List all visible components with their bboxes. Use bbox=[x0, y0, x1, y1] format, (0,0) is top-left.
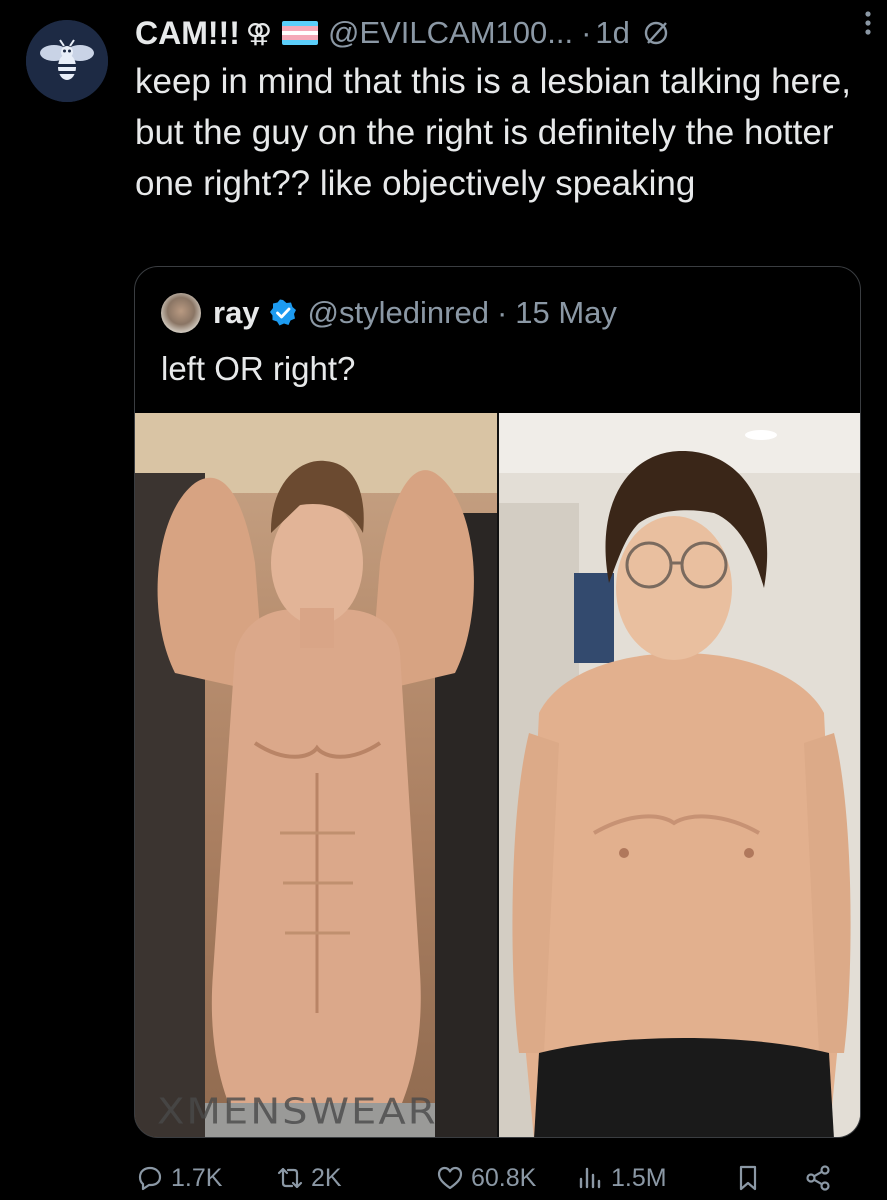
author-avatar[interactable] bbox=[26, 20, 108, 102]
reply-count: 1.7K bbox=[171, 1163, 223, 1192]
repost-icon bbox=[277, 1167, 303, 1189]
right-photo-illustration bbox=[499, 413, 860, 1137]
reply-icon bbox=[138, 1166, 162, 1191]
tweet-time[interactable]: 1d bbox=[595, 15, 629, 51]
author-handle[interactable]: @EVILCAM100... bbox=[328, 15, 573, 51]
separator: · bbox=[581, 15, 592, 50]
tweet-text: keep in mind that this is a lesbian talk… bbox=[135, 62, 851, 203]
bee-avatar-icon bbox=[26, 20, 108, 102]
quote-author-display-name[interactable]: ray bbox=[213, 295, 260, 331]
like-icon bbox=[437, 1166, 463, 1190]
action-bar: 1.7K 2K 60.8K 1.5M bbox=[135, 1158, 865, 1198]
gender-symbol-icon: ⚢ bbox=[245, 17, 272, 48]
views-icon bbox=[579, 1167, 601, 1189]
share-icon bbox=[806, 1165, 830, 1191]
grok-icon[interactable] bbox=[642, 19, 670, 47]
quote-author-avatar[interactable] bbox=[161, 293, 201, 333]
author-display-name[interactable]: CAM!!! bbox=[135, 15, 240, 52]
quote-author-handle[interactable]: @styledinred bbox=[308, 295, 489, 331]
left-photo-illustration bbox=[135, 413, 497, 1137]
shirtless-man-with-glasses-photo[interactable] bbox=[499, 413, 860, 1137]
waistband-text: XMENSWEAR bbox=[157, 1091, 438, 1133]
quote-text: left OR right? bbox=[161, 350, 356, 387]
trans-flag-icon bbox=[281, 21, 318, 45]
flag-stripe bbox=[281, 40, 318, 45]
tweet-header: CAM!!! ⚢ @EVILCAM100... · 1d bbox=[135, 10, 867, 56]
reply-button[interactable]: 1.7K bbox=[135, 1163, 222, 1193]
share-button[interactable] bbox=[803, 1163, 839, 1193]
more-icon[interactable] bbox=[855, 6, 881, 40]
quoted-tweet[interactable]: ray @styledinred · 15 May left OR right? bbox=[134, 266, 861, 1138]
tweet[interactable]: CAM!!! ⚢ @EVILCAM100... · 1d keep in min… bbox=[0, 0, 887, 1200]
bookmark-icon bbox=[739, 1165, 757, 1191]
quote-media[interactable]: XMENSWEAR bbox=[135, 413, 860, 1137]
views-button[interactable]: 1.5M bbox=[575, 1163, 667, 1193]
bookmark-button[interactable] bbox=[733, 1163, 769, 1193]
verified-icon bbox=[269, 299, 296, 326]
quote-header: ray @styledinred · 15 May bbox=[161, 291, 617, 335]
separator: · bbox=[496, 295, 508, 330]
shirtless-muscular-man-photo[interactable]: XMENSWEAR bbox=[135, 413, 497, 1137]
repost-button[interactable]: 2K bbox=[275, 1163, 342, 1193]
repost-count: 2K bbox=[311, 1163, 342, 1192]
like-button[interactable]: 60.8K bbox=[435, 1163, 536, 1193]
views-count: 1.5M bbox=[611, 1163, 667, 1192]
quote-date[interactable]: 15 May bbox=[515, 295, 617, 331]
like-count: 60.8K bbox=[471, 1163, 537, 1192]
